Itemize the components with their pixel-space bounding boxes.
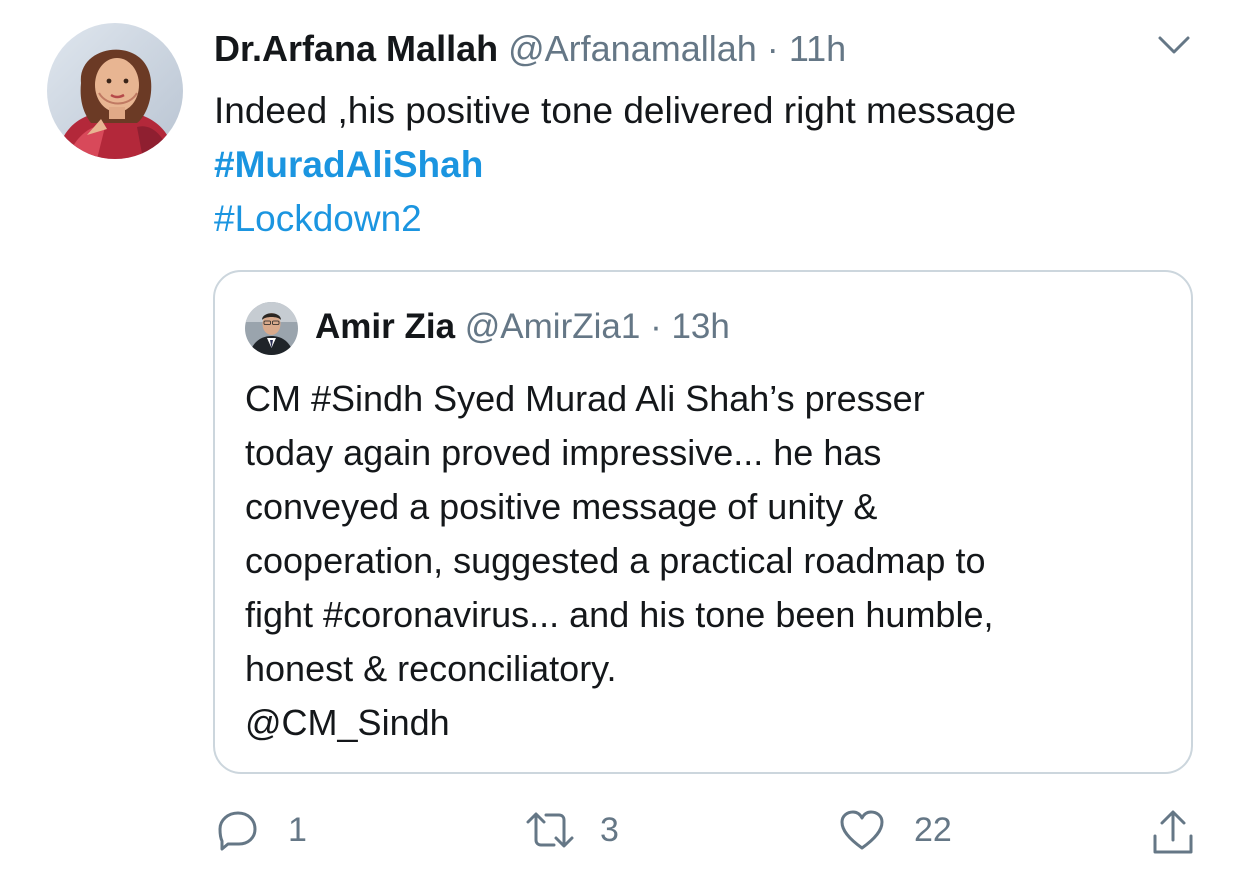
quoted-header-separator: · — [650, 307, 662, 346]
retweet-icon — [524, 808, 576, 852]
retweet-button[interactable]: 3 — [524, 808, 619, 852]
heart-icon — [838, 808, 886, 852]
tweet-header: Dr.Arfana Mallah @Arfanamallah · 11h — [214, 26, 846, 72]
quoted-text-line: cooperation, suggested a practical roadm… — [245, 540, 986, 581]
hashtag-link[interactable]: #Lockdown2 — [214, 192, 1016, 246]
hashtag-link[interactable]: #MuradAliShah — [214, 138, 1016, 192]
tweet-action-bar: 1 3 22 — [0, 800, 1233, 860]
quoted-author-name: Amir Zia — [315, 307, 456, 346]
quoted-author-handle: @AmirZia1 — [464, 307, 641, 346]
quoted-text-line: honest & reconciliatory. — [245, 648, 617, 689]
quoted-text-line: CM #Sindh Syed Murad Ali Shah’s presser — [245, 378, 925, 419]
retweet-count: 3 — [600, 810, 619, 849]
reply-button[interactable]: 1 — [216, 808, 307, 852]
quoted-tweet-timestamp: 13h — [671, 307, 730, 346]
tweet-text-line: Indeed ,his positive tone delivered righ… — [214, 90, 1017, 131]
quoted-tweet-header: Amir Zia @AmirZia1 · 13h — [315, 304, 730, 350]
quoted-tweet-text: CM #Sindh Syed Murad Ali Shah’s presser … — [245, 372, 1175, 750]
quoted-text-line: today again proved impressive... he has — [245, 432, 882, 473]
reply-icon — [216, 808, 260, 852]
author-handle[interactable]: @Arfanamallah — [508, 28, 757, 69]
quoted-text-line: fight #coronavirus... and his tone been … — [245, 594, 994, 635]
tweet-text: Indeed ,his positive tone delivered righ… — [214, 84, 1016, 246]
tweet-timestamp[interactable]: 11h — [789, 28, 846, 69]
quoted-text-line: conveyed a positive message of unity & — [245, 486, 878, 527]
share-icon — [1150, 808, 1196, 856]
like-button[interactable]: 22 — [838, 808, 952, 852]
chevron-down-icon[interactable] — [1156, 30, 1192, 60]
author-name[interactable]: Dr.Arfana Mallah — [214, 28, 498, 69]
share-button[interactable] — [1150, 808, 1196, 856]
reply-count: 1 — [288, 810, 307, 849]
like-count: 22 — [914, 810, 952, 849]
header-separator: · — [766, 28, 779, 69]
author-avatar[interactable] — [47, 23, 183, 159]
quoted-mention: @CM_Sindh — [245, 702, 450, 743]
author-avatar-image — [47, 23, 183, 159]
quoted-tweet-card[interactable]: Amir Zia @AmirZia1 · 13h CM #Sindh Syed … — [213, 270, 1193, 774]
quoted-author-avatar — [245, 302, 298, 355]
